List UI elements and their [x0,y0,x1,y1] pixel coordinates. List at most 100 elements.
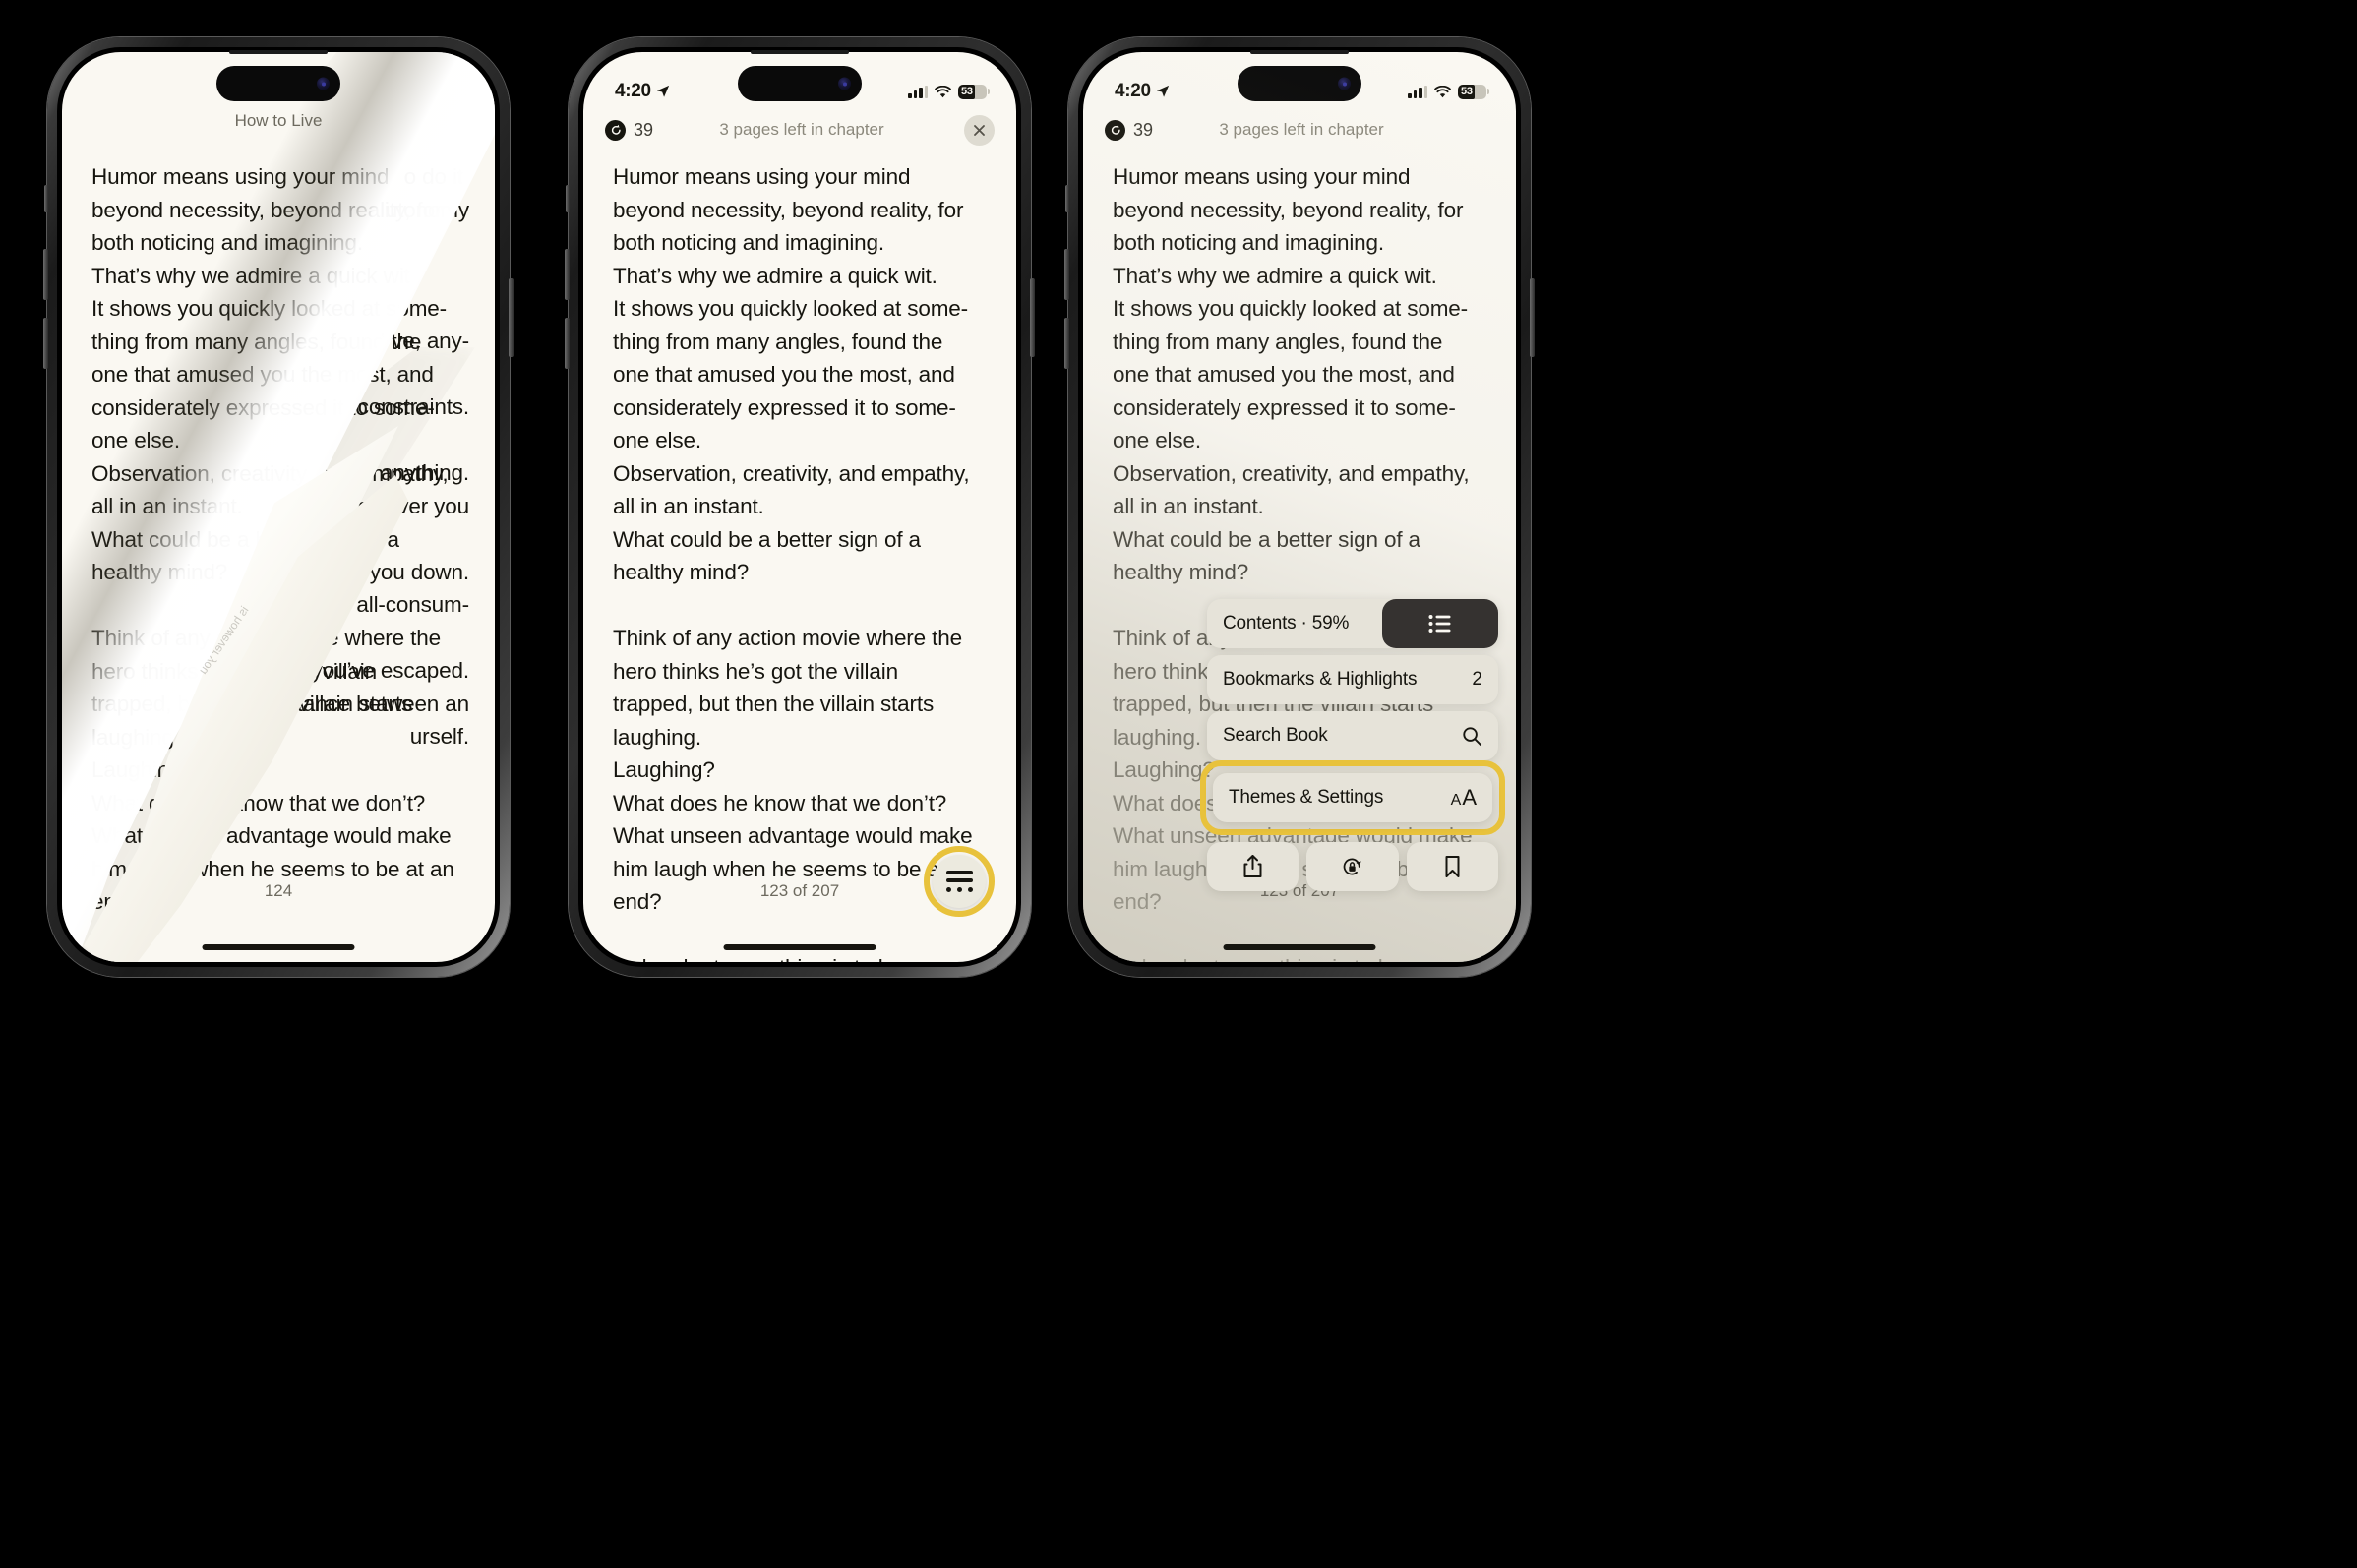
menu-item-themes-settings[interactable]: Themes & Settings AA [1213,773,1492,822]
peek-line: you down. [369,559,469,584]
battery-icon: 53 [958,84,990,99]
menu-item-label: Bookmarks & Highlights [1223,669,1418,690]
camera-lens-dot [321,82,326,86]
text-line: beyond necessity, beyond reality, for [613,197,964,222]
peek-line: urself. [409,724,469,749]
earpiece-speaker [229,50,328,54]
menu-item-search-book[interactable]: Search Book [1207,711,1498,760]
phone-2-reader-controls: 4:20 53 39 3 pages left in chapter Humor… [565,37,1035,977]
silence-switch[interactable] [566,185,570,212]
phone-bezel: 4:20 53 39 3 pages left in chapter Humor… [1078,47,1521,967]
power-button[interactable] [1030,278,1035,357]
wifi-icon [935,85,951,97]
text-line: That’s why we admire a quick wit. [1113,263,1437,288]
text-line: What does he know that we don’t? [613,790,947,815]
text-line: all in an instant. [1113,494,1264,518]
phone-3-menu-open: 4:20 53 39 3 pages left in chapter Humor… [1064,37,1535,977]
peek-line: o do it. [403,164,470,189]
book-title: How to Live [234,111,323,130]
menu-item-bookmarks-highlights[interactable]: Bookmarks & Highlights 2 [1207,655,1498,704]
home-indicator[interactable] [723,944,876,950]
close-x-icon[interactable] [964,114,995,146]
text-line: It shows you quickly looked at some- [613,296,969,321]
text-line: one that amused you the most, and [1113,362,1455,387]
volume-up-button[interactable] [565,249,570,300]
location-arrow-icon [1156,85,1169,97]
text-line: considerately expressed it to some- [613,394,956,420]
bookmark-button[interactable] [1406,842,1498,891]
text-line: beyond necessity, beyond reality, for [1113,197,1464,222]
text-line: What does he know that we don’t? [91,790,426,815]
peek-line: anything. [381,460,469,485]
camera-lens-dot [842,82,847,86]
silence-switch[interactable] [44,185,48,212]
rotation-lock-button[interactable] [1306,842,1399,891]
earpiece-speaker [751,50,849,54]
highlight-ring [924,846,995,917]
battery-terminal [1487,89,1489,94]
peek-line: utonomy [385,197,469,222]
power-button[interactable] [509,278,514,357]
text-line: Observation, creativity, and empathy, [1113,460,1470,486]
reader-menu-button[interactable] [924,846,995,917]
text-line: laughing. [1113,724,1201,750]
status-time: 4:20 [1115,81,1151,101]
volume-up-button[interactable] [1064,249,1069,300]
volume-down-button[interactable] [1064,318,1069,369]
chapter-status-text: 3 pages left in chapter [1219,120,1384,139]
text-line: What unseen advantage would make [91,823,452,848]
volume-down-button[interactable] [565,318,570,369]
bookmark-icon [1445,856,1460,877]
text-line: thing from many angles, found the [1113,329,1443,354]
page-text-body: Humor means using your mind beyond neces… [613,160,991,962]
text-line: both noticing and imagining. [613,230,884,255]
text-line: What unseen advantage would make [613,823,973,848]
power-button[interactable] [1530,278,1535,357]
paragraph-3: To laugh at something is to be supe- rio… [613,951,991,962]
status-time: 4:20 [615,81,651,101]
dynamic-island [1238,66,1361,101]
text-line: Humor means using your mind [613,164,911,189]
text-line: What could be a better sign of a [1113,526,1420,552]
dynamic-island [216,66,340,101]
battery-icon: 53 [1458,84,1489,99]
camera-lens-dot [1342,82,1347,86]
back-arrow-circle-icon[interactable] [1105,119,1125,141]
battery-percent: 53 [961,86,973,97]
text-line: healthy mind? [613,560,750,584]
text-line: one else. [1113,428,1201,452]
chapter-status-text: 3 pages left in chapter [719,120,884,139]
paragraph-1: Humor means using your mind beyond neces… [613,160,991,589]
text-line: both noticing and imagining. [1113,230,1384,255]
share-icon [1243,855,1262,877]
home-indicator[interactable] [202,944,355,950]
share-button[interactable] [1207,842,1299,891]
peek-line: ve, any- [392,329,469,353]
back-arrow-circle-icon[interactable] [605,119,626,141]
paragraph-1: Humor means using your mind beyond neces… [1113,160,1490,589]
wifi-icon [1434,85,1451,97]
silence-switch[interactable] [1065,185,1069,212]
battery-terminal [988,89,990,94]
text-line: Laughing? [91,757,194,782]
paragraph-3: To laugh at something is to be supe- rio… [1113,951,1490,962]
text-line: Humor means using your mind [1113,164,1411,189]
text-line: It shows you quickly looked at some- [1113,296,1469,321]
volume-down-button[interactable] [43,318,48,369]
menu-item-contents[interactable]: Contents · 59% [1207,599,1498,648]
text-line: laughing. [613,724,701,750]
text-line: one that amused you the most, and [613,362,955,387]
bookmarks-count-badge: 2 [1472,669,1482,690]
location-arrow-icon [656,85,669,97]
peek-line [91,358,469,392]
volume-up-button[interactable] [43,249,48,300]
text-line: That’s why we admire a quick wit. [613,263,937,288]
phone-bezel: 4:20 53 39 3 pages left in chapter Humor… [578,47,1021,967]
menu-item-themes-settings-highlight: Themes & Settings AA [1200,760,1505,835]
home-indicator[interactable] [1223,944,1376,950]
battery-percent: 53 [1461,86,1473,97]
status-bar-right: 53 [1408,84,1489,99]
phone-3-screen: 4:20 53 39 3 pages left in chapter Humor… [1083,52,1516,962]
screenshot-canvas: How to Live o do it. utonomy ve, any- co… [0,0,2357,1568]
peek-line [91,522,469,556]
